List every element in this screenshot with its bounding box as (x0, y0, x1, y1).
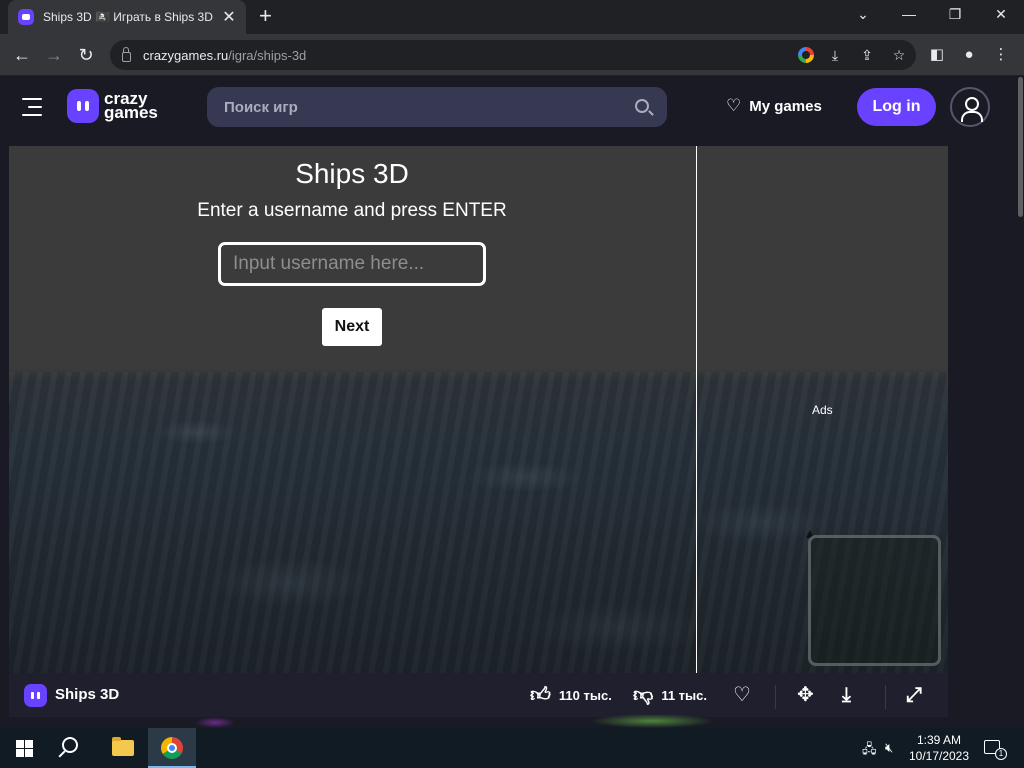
google-icon[interactable] (798, 47, 814, 63)
back-arrow-icon[interactable]: ← (10, 43, 34, 67)
volume-muted-icon[interactable]: 🔇︎ (885, 740, 893, 756)
side-panel-icon[interactable]: ◧ (925, 43, 949, 67)
url-host: crazygames.ru (143, 47, 229, 63)
game-title: Ships 3D (295, 158, 409, 189)
my-games-link[interactable]: ♡ My games (726, 96, 822, 116)
dislike-button[interactable]: 👎︎ 11 тыс. (633, 683, 707, 707)
minimap (808, 535, 941, 666)
chrome-taskbar-button[interactable] (148, 728, 196, 768)
reload-icon[interactable]: ↻ (74, 43, 98, 67)
windows-start-icon[interactable] (16, 740, 33, 757)
tab-favicon-icon (18, 9, 34, 25)
profile-icon[interactable]: ● (957, 43, 981, 67)
file-explorer-icon[interactable] (112, 737, 134, 756)
embed-button[interactable]: ✥ (797, 683, 814, 707)
logo-icon (67, 89, 99, 123)
notification-badge: 1 (995, 748, 1007, 760)
close-window-button[interactable]: ✕ (989, 6, 1013, 23)
game-footer-bar: Ships 3D 👍︎ 110 тыс. 👎︎ 11 тыс. ♡ ✥ ⤓ ⤢ (9, 673, 948, 717)
menu-toggle-icon[interactable] (22, 98, 42, 116)
thumbs-up-icon: 👍︎ (530, 684, 551, 706)
separator (775, 685, 776, 709)
like-button[interactable]: 👍︎ 110 тыс. (530, 683, 612, 707)
download-button[interactable]: ⤓ (842, 683, 851, 707)
taskbar-search-icon[interactable] (62, 737, 78, 753)
ads-label: Ads (812, 403, 833, 417)
clock-time: 1:39 AM (916, 733, 962, 747)
separator (885, 685, 886, 709)
fullscreen-icon: ⤢ (906, 684, 922, 706)
minimize-button[interactable]: — (897, 6, 921, 22)
game-ads-divider (696, 146, 697, 673)
game-search-input[interactable]: Поиск игр (207, 87, 667, 127)
tab-close-icon[interactable]: ✕ (222, 7, 236, 27)
install-app-icon[interactable]: ⤓ (824, 44, 846, 66)
new-tab-button[interactable]: + (259, 5, 272, 27)
crazygames-logo[interactable]: crazy games (67, 89, 158, 123)
game-instruction: Enter a username and press ENTER (197, 200, 507, 221)
url-path: /igra/ships-3d (228, 47, 307, 63)
kebab-menu-icon[interactable]: ⋮ (989, 43, 1013, 67)
search-icon[interactable] (635, 99, 649, 113)
heart-icon: ♡ (733, 684, 751, 706)
scrollbar-thumb[interactable] (1018, 77, 1023, 217)
heart-icon: ♡ (726, 96, 742, 115)
download-icon: ⤓ (842, 684, 851, 706)
windows-taskbar: 🖧︎ 🔇︎ 1:39 AM 10/17/2023 1 (0, 728, 1024, 768)
logo-text-line2: games (104, 103, 158, 122)
site-header: crazy games Поиск игр ♡ My games Log in (0, 77, 1016, 137)
search-placeholder: Поиск игр (224, 98, 298, 116)
page-scrollbar[interactable] (1016, 77, 1024, 728)
dislike-count: 11 тыс. (661, 687, 707, 703)
network-icon[interactable]: 🖧︎ (862, 740, 877, 762)
chrome-icon (161, 737, 183, 759)
user-avatar-icon[interactable] (950, 87, 990, 127)
my-games-label: My games (749, 97, 822, 115)
system-clock[interactable]: 1:39 AM 10/17/2023 (904, 732, 974, 764)
browser-tab-active[interactable]: Ships 3D 🏴‍☠️ Играть в Ships 3D ✕ (8, 0, 246, 34)
favorite-button[interactable]: ♡ (733, 683, 751, 707)
browser-toolbar: ← → ↻ crazygames.ru/igra/ships-3d ⤓ ⇪ ☆ … (0, 34, 1024, 76)
username-input[interactable] (218, 242, 486, 286)
tab-search-button[interactable]: ⌄ (851, 6, 875, 23)
background-glow (195, 717, 235, 728)
game-canvas[interactable]: Ships 3D Enter a username and press ENTE… (9, 146, 948, 673)
crazygames-small-logo-icon (24, 684, 47, 707)
address-bar[interactable]: crazygames.ru/igra/ships-3d ⤓ ⇪ ☆ (110, 40, 916, 70)
background-glow (590, 714, 715, 728)
game-name: Ships 3D (55, 686, 120, 703)
bookmark-star-icon[interactable]: ☆ (888, 44, 910, 66)
login-button[interactable]: Log in (857, 88, 936, 126)
lock-icon[interactable] (122, 46, 131, 62)
thumbs-down-icon: 👎︎ (633, 684, 654, 706)
share-icon[interactable]: ⇪ (856, 44, 878, 66)
clock-date: 10/17/2023 (908, 749, 970, 763)
like-count: 110 тыс. (558, 687, 612, 703)
fullscreen-button[interactable]: ⤢ (906, 683, 922, 707)
next-button[interactable]: Next (322, 308, 382, 346)
forward-arrow-icon[interactable]: → (42, 43, 66, 67)
tab-title: Ships 3D 🏴‍☠️ Играть в Ships 3D (43, 10, 213, 24)
puzzle-icon: ✥ (797, 684, 814, 706)
restore-button[interactable]: ❐ (943, 6, 967, 23)
browser-tab-strip: Ships 3D 🏴‍☠️ Играть в Ships 3D ✕ + ⌄ — … (0, 0, 1024, 34)
